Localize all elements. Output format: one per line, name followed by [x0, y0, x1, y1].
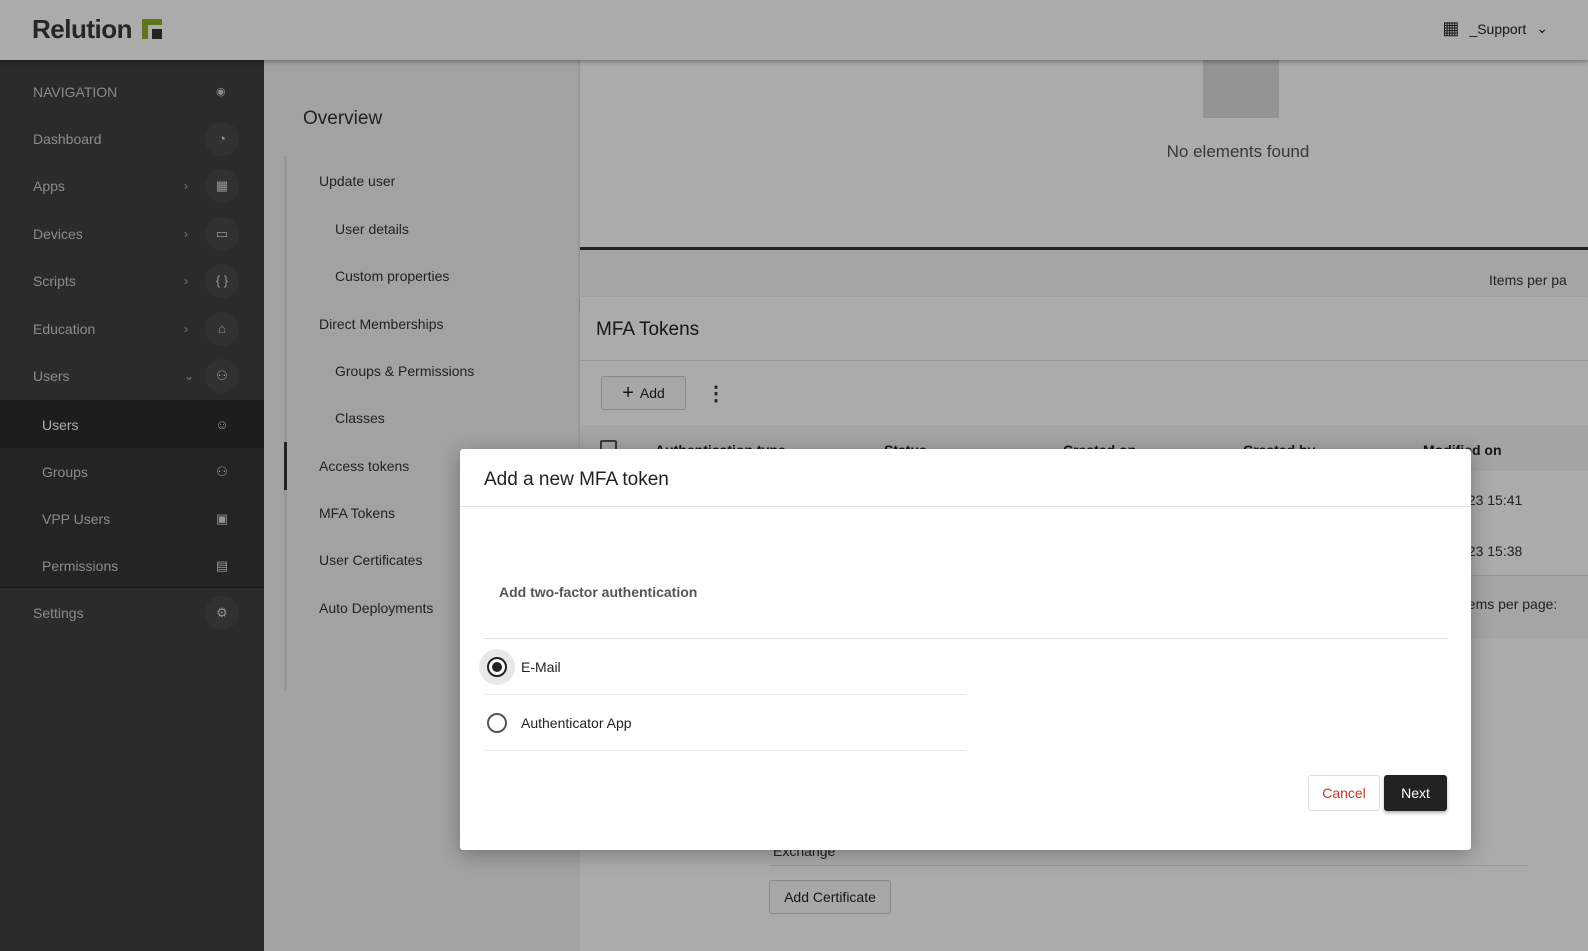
divider	[460, 506, 1471, 507]
radio-email[interactable]	[487, 656, 507, 677]
cancel-button[interactable]: Cancel	[1308, 775, 1380, 811]
dialog-title: Add a new MFA token	[484, 469, 669, 490]
radio-authenticator-app[interactable]	[487, 712, 507, 733]
add-mfa-token-dialog: Add a new MFA token Add two-factor authe…	[460, 449, 1471, 850]
option-label: E-Mail	[521, 658, 561, 675]
option-authenticator-app[interactable]: Authenticator App	[484, 695, 966, 751]
next-button[interactable]: Next	[1384, 775, 1447, 811]
section-label: Add two-factor authentication	[499, 584, 698, 600]
option-email[interactable]: E-Mail	[484, 639, 966, 695]
option-label: Authenticator App	[521, 714, 632, 731]
